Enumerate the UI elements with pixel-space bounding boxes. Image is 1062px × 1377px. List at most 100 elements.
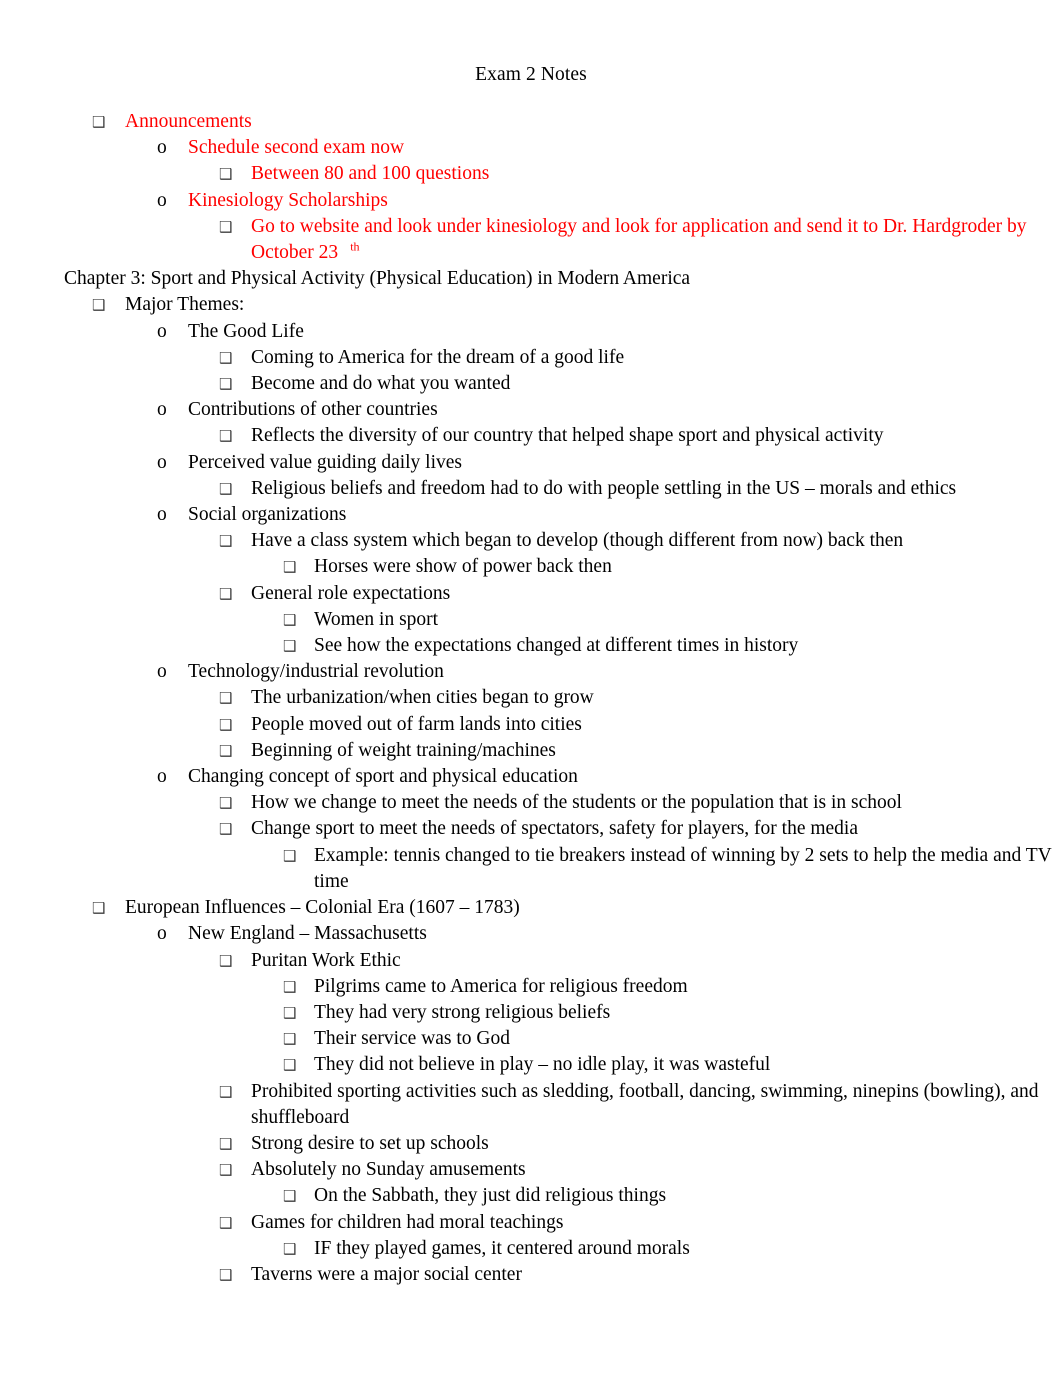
outline-item-text: Technology/industrial revolution — [188, 661, 444, 683]
bullet-circle-icon: o — [157, 923, 167, 945]
outline-item-level-3: ❑ Absolutely no Sunday amusements — [0, 1157, 1062, 1183]
outline-item-level-4: ❑ Women in sport — [0, 607, 1062, 633]
outline-item-level-3: ❑ Strong desire to set up schools — [0, 1131, 1062, 1157]
outline-item-text: Schedule second exam now — [188, 137, 405, 159]
bullet-box-icon: ❑ — [283, 1030, 297, 1049]
bullet-circle-icon: o — [157, 189, 167, 211]
outline-item-level-2: o Changing concept of sport and physical … — [0, 764, 1062, 790]
outline-item-level-2: o The Good Life — [0, 319, 1062, 345]
outline-item-level-3: ❑ Prohibited sporting activities such as … — [0, 1079, 1062, 1131]
bullet-circle-icon: o — [157, 766, 167, 788]
outline-item-level-1: ❑ Announcements — [0, 109, 1062, 135]
outline-item-text: Horses were show of power back then — [314, 556, 612, 578]
outline-item-level-0: Chapter 3: Sport and Physical Activity (… — [0, 266, 1062, 292]
bullet-box-icon: ❑ — [283, 1239, 297, 1258]
outline-item-text: Their service was to God — [314, 1028, 511, 1050]
outline-item-text: Strong desire to set up schools — [251, 1132, 489, 1154]
outline-item-level-2: o Contributions of other countries — [0, 397, 1062, 423]
bullet-box-icon: ❑ — [219, 820, 233, 839]
bullet-circle-icon: o — [157, 137, 167, 159]
outline-item-text: General role expectations — [251, 582, 451, 604]
outline-item-level-3: ❑ People moved out of farm lands into cit… — [0, 712, 1062, 738]
outline-item-text: Between 80 and 100 questions — [251, 163, 490, 185]
outline-item-level-2: o Kinesiology Scholarships — [0, 188, 1062, 214]
bullet-box-icon: ❑ — [283, 1003, 297, 1022]
bullet-circle-icon: o — [157, 661, 167, 683]
bullet-box-icon: ❑ — [92, 113, 106, 131]
bullet-box-icon: ❑ — [283, 558, 297, 577]
bullet-box-icon: ❑ — [219, 951, 233, 970]
outline-item-level-3: ❑ Puritan Work Ethic — [0, 948, 1062, 974]
outline-item-text: Social organizations — [188, 504, 347, 526]
bullet-box-icon: ❑ — [219, 584, 233, 603]
outline-item-text: Become and do what you wanted — [251, 373, 511, 395]
bullet-box-icon: ❑ — [219, 165, 233, 184]
outline-item-text: New England – Massachusetts — [188, 923, 427, 945]
ordinal-superscript: th — [350, 239, 360, 254]
outline-item-level-4: ❑ IF they played games, it centered aroun… — [0, 1236, 1062, 1262]
bullet-box-icon: ❑ — [219, 1161, 233, 1180]
bullet-box-icon: ❑ — [219, 1213, 233, 1232]
outline-item-text: How we change to meet the needs of the s… — [251, 792, 902, 814]
bullet-circle-icon: o — [157, 320, 167, 342]
bullet-circle-icon: o — [157, 399, 167, 421]
outline-item-text: Go to website and look under kinesiology… — [251, 215, 1027, 264]
outline-item-text: Chapter 3: Sport and Physical Activity (… — [64, 268, 691, 290]
outline-item-level-4: ❑ Their service was to God — [0, 1026, 1062, 1052]
bullet-box-icon: ❑ — [219, 1082, 233, 1101]
document-page: Exam 2 Notes ❑ Announcements o Schedule sec… — [0, 0, 1062, 1377]
outline-item-level-3: ❑ How we change to meet the needs of the … — [0, 790, 1062, 816]
bullet-box-icon: ❑ — [219, 1265, 233, 1284]
bullet-box-icon: ❑ — [219, 1134, 233, 1153]
bullet-box-icon: ❑ — [219, 741, 233, 760]
outline-item-level-4: ❑ See how the expectations changed at dif… — [0, 633, 1062, 659]
outline-item-level-4: ❑ They had very strong religious beliefs — [0, 1000, 1062, 1026]
outline-item-text: Prohibited sporting activities such as s… — [251, 1080, 1039, 1128]
outline-item-text: Reflects the diversity of our country th… — [251, 425, 884, 447]
outline-item-text: The Good Life — [188, 320, 304, 342]
outline-item-text: Change sport to meet the needs of specta… — [251, 818, 859, 840]
bullet-box-icon: ❑ — [283, 637, 297, 656]
bullet-circle-icon: o — [157, 504, 167, 526]
outline-item-text: On the Sabbath, they just did religious … — [314, 1185, 667, 1207]
page-title: Exam 2 Notes — [475, 64, 587, 85]
bullet-box-icon: ❑ — [283, 846, 297, 865]
bullet-box-icon: ❑ — [219, 794, 233, 813]
outline-item-level-1: ❑ Major Themes: — [0, 292, 1062, 318]
outline-item-level-2: o Schedule second exam now — [0, 135, 1062, 161]
outline-item-text: Religious beliefs and freedom had to do … — [251, 477, 957, 499]
outline-item-text: Absolutely no Sunday amusements — [251, 1159, 526, 1181]
outline-item-text: Have a class system which began to devel… — [251, 530, 904, 552]
outline-item-text: Example: tennis changed to tie breakers … — [314, 844, 1052, 892]
outline-item-level-4: ❑ On the Sabbath, they just did religious… — [0, 1183, 1062, 1209]
outline-item-text: IF they played games, it centered around… — [314, 1237, 690, 1259]
outline-item-level-3: ❑ Games for children had moral teachings — [0, 1210, 1062, 1236]
outline-item-text: Beginning of weight training/machines — [251, 739, 556, 761]
bullet-box-icon: ❑ — [219, 217, 233, 236]
outline-item-level-4: ❑ Horses were show of power back then — [0, 554, 1062, 580]
bullet-box-icon: ❑ — [219, 689, 233, 708]
outline-item-text: Kinesiology Scholarships — [188, 189, 388, 211]
outline-item-text: Games for children had moral teachings — [251, 1211, 564, 1233]
outline-item-level-3: ❑ Reflects the diversity of our country t… — [0, 423, 1062, 449]
bullet-box-icon: ❑ — [219, 375, 233, 394]
outline-item-level-3: ❑ Between 80 and 100 questions — [0, 161, 1062, 187]
outline-item-level-3: ❑ Become and do what you wanted — [0, 371, 1062, 397]
bullet-box-icon: ❑ — [219, 348, 233, 367]
outline-item-level-3: ❑ Coming to America for the dream of a go… — [0, 345, 1062, 371]
outline-item-text: European Influences – Colonial Era (1607… — [125, 897, 520, 919]
outline-item-level-2: o New England – Massachusetts — [0, 921, 1062, 947]
bullet-box-icon: ❑ — [92, 296, 106, 315]
bullet-box-icon: ❑ — [283, 977, 297, 996]
outline-item-text: Perceived value guiding daily lives — [188, 451, 463, 473]
outline-item-text: Changing concept of sport and physical e… — [188, 766, 578, 788]
outline-item-level-3: ❑ Taverns were a major social center — [0, 1262, 1062, 1288]
outline-item-level-4: ❑ Example: tennis changed to tie breakers… — [0, 843, 1062, 895]
bullet-box-icon: ❑ — [92, 899, 106, 918]
outline-item-level-3: ❑ The urbanization/when cities began to g… — [0, 685, 1062, 711]
outline-item-text: Coming to America for the dream of a goo… — [251, 346, 625, 368]
outline-item-text: The urbanization/when cities began to gr… — [251, 687, 594, 709]
outline-item-text: Announcements — [125, 111, 252, 132]
outline-item-level-3: ❑ Beginning of weight training/machines — [0, 738, 1062, 764]
bullet-box-icon: ❑ — [283, 610, 297, 629]
